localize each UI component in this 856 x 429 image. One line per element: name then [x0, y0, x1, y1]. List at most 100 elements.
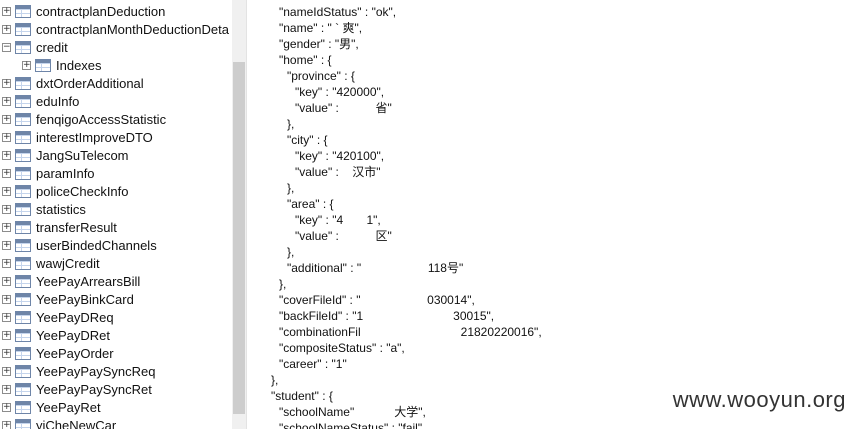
- tree-item[interactable]: + JangSuTelecom: [0, 147, 232, 165]
- table-icon: [15, 149, 31, 162]
- expand-icon[interactable]: +: [2, 403, 11, 412]
- tree-item-label: JangSuTelecom: [36, 148, 129, 163]
- tree-item-label: contractplanDeduction: [36, 4, 166, 19]
- expand-icon[interactable]: +: [2, 133, 11, 142]
- expand-icon[interactable]: +: [2, 277, 11, 286]
- expand-icon[interactable]: +: [2, 313, 11, 322]
- table-icon: [15, 293, 31, 306]
- expand-icon[interactable]: +: [2, 169, 11, 178]
- json-line: "gender" : "男",: [279, 37, 359, 51]
- tree-item-label: YeePayDReq: [36, 310, 114, 325]
- table-icon: [15, 347, 31, 360]
- expand-icon[interactable]: +: [2, 115, 11, 124]
- tree-item[interactable]: + statistics: [0, 201, 232, 219]
- json-line: "key" : "420000",: [295, 85, 385, 99]
- table-icon: [15, 23, 31, 36]
- tree-item-label: wawjCredit: [36, 256, 100, 271]
- tree-item[interactable]: + YeePayRet: [0, 399, 232, 417]
- tree-item[interactable]: + paramInfo: [0, 165, 232, 183]
- tree-item[interactable]: + YeePayPaySyncRet: [0, 381, 232, 399]
- json-line: "compositeStatus" : "a",: [279, 341, 405, 355]
- table-icon: [15, 185, 31, 198]
- tree-item[interactable]: + YeePayBinkCard: [0, 291, 232, 309]
- tree-item[interactable]: + transferResult: [0, 219, 232, 237]
- tree-item-label: credit: [36, 40, 68, 55]
- expand-icon[interactable]: +: [2, 205, 11, 214]
- expand-icon[interactable]: +: [2, 331, 11, 340]
- json-line: "coverFileId" : " 030014",: [279, 293, 475, 307]
- collapse-icon[interactable]: −: [2, 43, 11, 52]
- table-icon: [35, 59, 51, 72]
- json-line: "combinationFil 21820220016",: [279, 325, 542, 339]
- json-line: "area" : {: [287, 197, 334, 211]
- tree-scrollbar-thumb[interactable]: [233, 62, 245, 414]
- tree-item[interactable]: + eduInfo: [0, 93, 232, 111]
- table-icon: [15, 113, 31, 126]
- expand-icon[interactable]: +: [2, 367, 11, 376]
- tree-item[interactable]: + contractplanDeduction: [0, 3, 232, 21]
- table-icon: [15, 311, 31, 324]
- expand-icon[interactable]: +: [2, 349, 11, 358]
- table-icon: [15, 239, 31, 252]
- tree-item[interactable]: + fenqigoAccessStatistic: [0, 111, 232, 129]
- tree-scrollbar[interactable]: [232, 0, 246, 429]
- tree-item-label: policeCheckInfo: [36, 184, 129, 199]
- tree-item[interactable]: + contractplanMonthDeductionDeta: [0, 21, 232, 39]
- tree-item-label: transferResult: [36, 220, 117, 235]
- expand-icon[interactable]: +: [2, 295, 11, 304]
- table-icon: [15, 419, 31, 429]
- json-line: "key" : "420100",: [295, 149, 385, 163]
- json-line: "backFileId" : "1 30015",: [279, 309, 495, 323]
- tree-item[interactable]: + YeePayDReq: [0, 309, 232, 327]
- tree-item-label: interestImproveDTO: [36, 130, 153, 145]
- tree-item[interactable]: − credit: [0, 39, 232, 57]
- expand-icon[interactable]: +: [2, 187, 11, 196]
- expand-icon[interactable]: +: [2, 421, 11, 429]
- expand-icon[interactable]: +: [2, 25, 11, 34]
- json-line: "province" : {: [287, 69, 355, 83]
- tree-item[interactable]: + userBindedChannels: [0, 237, 232, 255]
- table-icon: [15, 167, 31, 180]
- tree-item-label: YeePayDRet: [36, 328, 110, 343]
- json-line: "value" : 省": [295, 101, 392, 115]
- tree-item-label: contractplanMonthDeductionDeta: [36, 22, 229, 37]
- json-line: "value" : 汉市": [295, 165, 381, 179]
- json-line: "schoolName" 大学",: [279, 405, 426, 419]
- tree-item[interactable]: + Indexes: [0, 57, 232, 75]
- tree-item[interactable]: + policeCheckInfo: [0, 183, 232, 201]
- tree-item[interactable]: + YeePayOrder: [0, 345, 232, 363]
- table-icon: [15, 275, 31, 288]
- expand-icon[interactable]: +: [2, 259, 11, 268]
- tree-item-label: Indexes: [56, 58, 102, 73]
- expand-icon[interactable]: +: [2, 223, 11, 232]
- tree-item[interactable]: + interestImproveDTO: [0, 129, 232, 147]
- tree-item-label: eduInfo: [36, 94, 80, 109]
- json-line: "career" : "1": [279, 357, 347, 371]
- json-line: "student" : {: [271, 389, 333, 403]
- tree-item[interactable]: + YeePayArrearsBill: [0, 273, 232, 291]
- tree-item-label: userBindedChannels: [36, 238, 157, 253]
- json-line: },: [279, 277, 287, 291]
- expand-icon[interactable]: +: [2, 241, 11, 250]
- table-icon: [15, 365, 31, 378]
- tree-item[interactable]: + YeePayDRet: [0, 327, 232, 345]
- json-line: "name" : " ` 爽",: [279, 21, 363, 35]
- expand-icon[interactable]: +: [22, 61, 31, 70]
- tree-item[interactable]: + YeePayPaySyncReq: [0, 363, 232, 381]
- json-line: },: [287, 181, 295, 195]
- pane-splitter[interactable]: [246, 0, 264, 429]
- tree-item[interactable]: + dxtOrderAdditional: [0, 75, 232, 93]
- tree-item[interactable]: + yiCheNewCar: [0, 417, 232, 429]
- tree-item-label: YeePayPaySyncReq: [36, 364, 156, 379]
- tree-item-label: yiCheNewCar: [36, 418, 117, 429]
- json-line: },: [271, 373, 279, 387]
- tree-item-label: YeePayBinkCard: [36, 292, 134, 307]
- expand-icon[interactable]: +: [2, 79, 11, 88]
- table-icon: [15, 383, 31, 396]
- tree-item[interactable]: + wawjCredit: [0, 255, 232, 273]
- expand-icon[interactable]: +: [2, 151, 11, 160]
- expand-icon[interactable]: +: [2, 385, 11, 394]
- json-line: "home" : {: [279, 53, 332, 67]
- expand-icon[interactable]: +: [2, 97, 11, 106]
- expand-icon[interactable]: +: [2, 7, 11, 16]
